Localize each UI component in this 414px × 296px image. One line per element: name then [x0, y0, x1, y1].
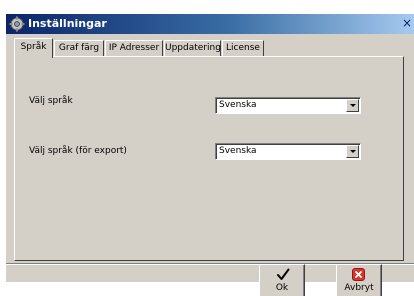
settings-dialog: Inställningar × Språk Graf färg IP Adres…: [6, 14, 414, 296]
export-language-select-value: Svenska: [219, 146, 257, 156]
checkmark-icon: [277, 268, 290, 280]
title-bar[interactable]: Inställningar ×: [6, 14, 414, 34]
ok-button[interactable]: Ok: [259, 264, 305, 296]
export-language-label: Välj språk (för export): [29, 146, 127, 156]
ok-button-label: Ok: [275, 283, 289, 293]
cancel-button[interactable]: Avbryt: [336, 264, 382, 296]
tab-graf-farg[interactable]: Graf färg: [54, 40, 104, 56]
dropdown-arrow-icon[interactable]: [346, 99, 359, 112]
cancel-button-label: Avbryt: [344, 283, 374, 293]
tab-ip-adresser[interactable]: IP Adresser: [105, 40, 163, 56]
export-language-select[interactable]: Svenska: [215, 143, 361, 160]
window-title: Inställningar: [28, 17, 107, 30]
dropdown-arrow-icon[interactable]: [346, 145, 359, 158]
tab-sprak[interactable]: Språk: [14, 38, 53, 58]
language-select-value: Svenska: [219, 100, 257, 110]
tab-uppdatering[interactable]: Uppdatering: [164, 40, 221, 56]
cancel-x-icon: [352, 268, 365, 281]
language-select[interactable]: Svenska: [215, 97, 361, 114]
tab-license[interactable]: License: [222, 40, 264, 56]
settings-app-icon: [9, 16, 25, 32]
close-icon[interactable]: ×: [401, 16, 413, 31]
tab-panel-sprak: Välj språk Svenska Välj språk (för expor…: [14, 56, 404, 261]
language-label: Välj språk: [29, 96, 73, 106]
